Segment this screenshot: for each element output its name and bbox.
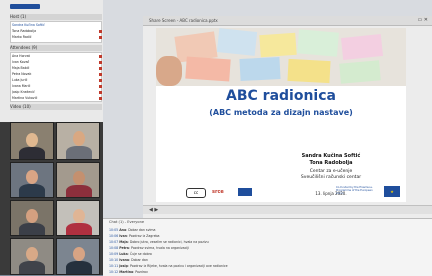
participant-face bbox=[73, 171, 85, 185]
slide-title: ABC radionica bbox=[226, 88, 336, 104]
mic-muted-icon bbox=[99, 97, 102, 100]
chat-message: 10:06 Ivan: Pozdrav iz Zagreba bbox=[109, 234, 160, 238]
chat-panel: Chat (1) - Everyone 10:05 Ana: Dobar dan… bbox=[103, 218, 432, 276]
video-tile[interactable] bbox=[10, 200, 54, 236]
window-controls-icon[interactable]: ▭ ✕ bbox=[417, 16, 428, 25]
chat-header: Chat (1) - Everyone bbox=[109, 220, 145, 224]
sticky-note bbox=[259, 32, 297, 58]
eu-text: Co-funded by the Erasmus+ Programme of t… bbox=[336, 186, 373, 196]
chat-message: 10:05 Ana: Dobar dan svima bbox=[109, 228, 156, 232]
participant-face bbox=[26, 247, 38, 261]
participant-face bbox=[26, 170, 38, 184]
mic-muted-icon bbox=[99, 85, 102, 88]
hosts-list: Sandra Kučina Softić Tona Radobolja Mark… bbox=[10, 21, 102, 43]
author-1: Sandra Kučina Softić bbox=[301, 153, 361, 159]
participant-face bbox=[73, 209, 85, 223]
chat-message: 10:09 Luka: Čuje se dobro bbox=[109, 252, 152, 256]
participant-body bbox=[66, 223, 92, 235]
cc-logo: cc bbox=[186, 188, 206, 198]
org-1: Centar za e-učenje bbox=[309, 169, 353, 174]
srce-logo: srce bbox=[212, 189, 224, 195]
video-grid bbox=[0, 122, 103, 275]
attendee-item[interactable]: Luka Jurić bbox=[12, 78, 104, 84]
org-2: Sveučilišni računski centar bbox=[300, 175, 362, 180]
sticky-note bbox=[340, 33, 384, 61]
play-icon[interactable]: ◀ ▶ bbox=[149, 207, 158, 213]
participant-body bbox=[66, 185, 92, 197]
author-2: Tona Radobolja bbox=[309, 160, 353, 166]
mic-muted-icon bbox=[99, 30, 102, 33]
video-tile[interactable] bbox=[56, 238, 100, 275]
video-tile[interactable] bbox=[10, 238, 54, 275]
video-header: Video (10) bbox=[10, 104, 102, 110]
mic-muted-icon bbox=[99, 36, 102, 39]
participant-body bbox=[19, 223, 45, 235]
video-tile[interactable] bbox=[10, 162, 54, 198]
hand-image bbox=[156, 56, 182, 86]
participant-body bbox=[66, 261, 92, 274]
sticky-note bbox=[239, 56, 281, 82]
mic-muted-icon bbox=[99, 55, 102, 58]
chat-message: 10:07 Maja: Dobro jutro, veselim se radi… bbox=[109, 240, 209, 244]
participant-body bbox=[19, 184, 45, 197]
sticky-note bbox=[216, 28, 258, 56]
participant-body bbox=[19, 261, 45, 274]
sticky-note bbox=[339, 60, 381, 84]
chat-message: 10:12 Martina: Pozdrav bbox=[109, 270, 148, 274]
attendee-item[interactable]: Ivana Marić bbox=[12, 84, 104, 90]
slide-toolbar: ◀ ▶ bbox=[143, 205, 432, 214]
participant-face bbox=[26, 133, 38, 147]
slide-banner-image bbox=[156, 28, 406, 86]
hosts-header: Host (1) bbox=[10, 14, 102, 20]
chat-message: 10:10 Ivana: Dobar dan bbox=[109, 258, 148, 262]
host-item[interactable]: Tona Radobolja bbox=[12, 29, 104, 35]
sticky-note bbox=[287, 58, 331, 84]
partner-logo bbox=[238, 188, 252, 196]
sticky-note bbox=[185, 56, 231, 82]
host-item[interactable]: Marko Radić bbox=[12, 35, 104, 41]
host-item[interactable]: Sandra Kučina Softić bbox=[12, 23, 104, 29]
participant-face bbox=[26, 209, 38, 223]
attendees-header: Attendees (9) bbox=[10, 45, 102, 51]
attendee-item[interactable]: Maja Babić bbox=[12, 66, 104, 72]
attendee-item[interactable]: Petra Novak bbox=[12, 72, 104, 78]
sticky-note bbox=[297, 29, 339, 57]
participant-face bbox=[73, 131, 85, 146]
share-title-bar: Share Screen - ABC radionica.pptx ▭ ✕ bbox=[143, 16, 432, 26]
attendee-item[interactable]: Josip Knežević bbox=[12, 90, 104, 96]
attendee-item[interactable]: Ivan Kovač bbox=[12, 60, 104, 66]
eu-flag-icon: ★ bbox=[384, 186, 400, 197]
mic-muted-icon bbox=[99, 73, 102, 76]
video-tile[interactable] bbox=[56, 200, 100, 236]
video-tile[interactable] bbox=[56, 162, 100, 198]
chat-message: 10:08 Petra: Pozdrav svima, hvala na org… bbox=[109, 246, 190, 250]
participant-body bbox=[66, 146, 92, 159]
mic-muted-icon bbox=[99, 91, 102, 94]
video-tile[interactable] bbox=[10, 122, 54, 160]
slide-subtitle: (ABC metoda za dizajn nastave) bbox=[209, 108, 353, 117]
attendee-item[interactable]: Ana Horvat bbox=[12, 54, 104, 60]
mic-muted-icon bbox=[99, 67, 102, 70]
mic-muted-icon bbox=[99, 61, 102, 64]
share-title: Share Screen - ABC radionica.pptx bbox=[149, 18, 218, 23]
attendee-item[interactable]: Martina Vuković bbox=[12, 96, 104, 102]
participant-body bbox=[19, 147, 45, 159]
chat-message: 10:11 Josip: Pozdrav iz Rijeke, hvala na… bbox=[109, 264, 228, 268]
attendees-list: Ana Horvat Ivan Kovač Maja Babić Petra N… bbox=[10, 52, 102, 102]
video-tile[interactable] bbox=[56, 122, 100, 160]
participant-face bbox=[73, 247, 85, 261]
panel-title-bar bbox=[10, 4, 40, 9]
mic-muted-icon bbox=[99, 79, 102, 82]
presentation-slide: ABC radionica (ABC metoda za dizajn nast… bbox=[156, 28, 406, 202]
